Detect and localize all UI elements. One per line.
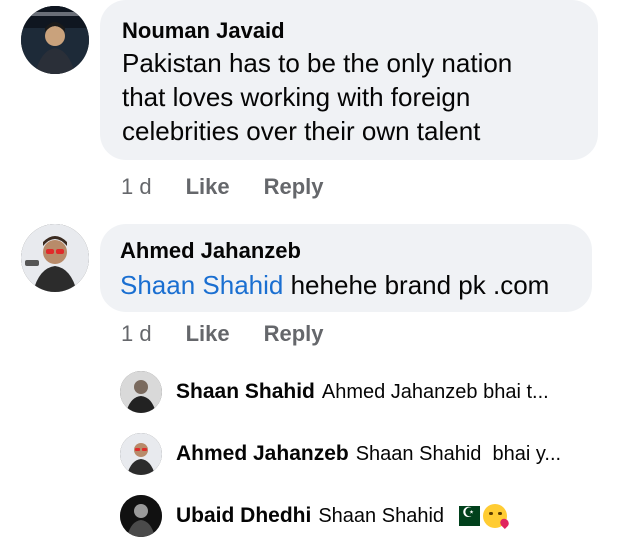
comment-text-body: hehehe brand pk .com — [283, 270, 550, 300]
reply-preview: Ahmed Jahanzeb bhai t... — [321, 380, 549, 403]
comment-author[interactable]: Ahmed Jahanzeb — [120, 238, 572, 264]
reply-button[interactable]: Reply — [264, 174, 324, 200]
mention-link[interactable]: Shaan Shahid — [120, 270, 283, 300]
comment-timestamp[interactable]: 1 d — [121, 321, 152, 347]
profile-photo-icon — [120, 371, 162, 413]
avatar[interactable] — [120, 433, 162, 475]
profile-photo-icon — [21, 6, 89, 74]
comment-text-line: celebrities over their own talent — [122, 116, 481, 146]
profile-photo-icon — [21, 224, 89, 292]
reply-item[interactable]: Ubaid Dhedhi Shaan Shahid — [120, 494, 508, 537]
profile-photo-icon — [120, 433, 162, 475]
reply-author[interactable]: Shaan Shahid — [176, 380, 315, 404]
reply-item[interactable]: Shaan Shahid Ahmed Jahanzeb bhai t... — [120, 370, 549, 414]
reply-author[interactable]: Ahmed Jahanzeb — [176, 442, 349, 466]
comment-thread: Nouman Javaid Pakistan has to be the onl… — [0, 0, 620, 537]
reply-item[interactable]: Ahmed Jahanzeb Shaan Shahid bhai y... — [120, 432, 561, 476]
comment-text: Pakistan has to be the only nation that … — [122, 46, 576, 148]
comment-timestamp[interactable]: 1 d — [121, 174, 152, 200]
avatar[interactable] — [120, 371, 162, 413]
comment-actions: 1 d Like Reply — [121, 321, 324, 347]
like-button[interactable]: Like — [186, 174, 230, 200]
comment: Nouman Javaid Pakistan has to be the onl… — [0, 0, 620, 215]
reply-preview: Shaan Shahid bhai y... — [355, 442, 562, 465]
comment-actions: 1 d Like Reply — [121, 174, 324, 200]
reply-author[interactable]: Ubaid Dhedhi — [176, 504, 311, 528]
reply-preview: Shaan Shahid — [318, 504, 445, 527]
avatar[interactable] — [21, 6, 89, 74]
comment-bubble[interactable]: Nouman Javaid Pakistan has to be the onl… — [100, 0, 598, 160]
pakistan-flag-icon — [452, 504, 481, 526]
like-button[interactable]: Like — [186, 321, 230, 347]
comment-text: Shaan Shahid hehehe brand pk .com — [120, 268, 572, 302]
comment-bubble[interactable]: Ahmed Jahanzeb Shaan Shahid hehehe brand… — [100, 224, 592, 312]
comment-text-line: Pakistan has to be the only nation — [122, 48, 513, 78]
avatar[interactable] — [120, 495, 162, 537]
comment-text-line: that loves working with foreign — [122, 82, 471, 112]
face-blowing-kiss-icon — [483, 504, 508, 528]
comment: Ahmed Jahanzeb Shaan Shahid hehehe brand… — [0, 220, 620, 360]
comment-author[interactable]: Nouman Javaid — [122, 18, 576, 44]
avatar[interactable] — [21, 224, 89, 292]
profile-photo-icon — [120, 495, 162, 537]
reply-button[interactable]: Reply — [264, 321, 324, 347]
